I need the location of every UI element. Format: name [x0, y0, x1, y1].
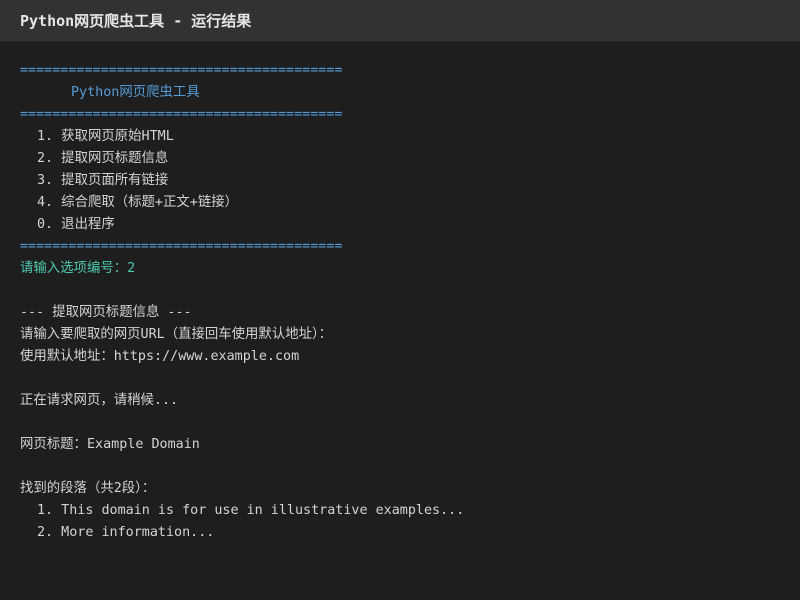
separator-line: ======================================== — [20, 239, 343, 254]
menu-option-3: 3. 提取页面所有链接 — [37, 173, 169, 188]
menu-option-4: 4. 综合爬取（标题+正文+链接） — [37, 195, 238, 210]
menu-option-1: 1. 获取网页原始HTML — [37, 129, 174, 144]
url-prompt: 请输入要爬取的网页URL（直接回车使用默认地址）： — [20, 327, 333, 342]
choice-prompt: 请输入选项编号：2 — [20, 261, 136, 276]
page-title-result: 网页标题：Example Domain — [20, 437, 200, 452]
url-value: 使用默认地址：https://www.example.com — [20, 349, 300, 364]
paragraph-item-2: 2. More information... — [37, 525, 215, 540]
menu-option-exit: 0. 退出程序 — [37, 217, 115, 232]
paragraph-item-1: 1. This domain is for use in illustrativ… — [37, 503, 465, 518]
separator-line: ======================================== — [20, 107, 343, 122]
terminal-output[interactable]: ========================================… — [0, 42, 800, 544]
separator-line: ======================================== — [20, 63, 343, 78]
section-title: --- 提取网页标题信息 --- — [20, 305, 192, 320]
status-message: 正在请求网页，请稍候... — [20, 393, 179, 408]
paragraph-header: 找到的段落（共2段）： — [20, 481, 156, 496]
window-title: Python网页爬虫工具 - 运行结果 — [20, 12, 252, 30]
menu-option-2: 2. 提取网页标题信息 — [37, 151, 169, 166]
title-bar: Python网页爬虫工具 - 运行结果 — [0, 0, 800, 42]
program-header: Python网页爬虫工具 — [71, 85, 200, 100]
terminal-window: Python网页爬虫工具 - 运行结果 ====================… — [0, 0, 800, 600]
